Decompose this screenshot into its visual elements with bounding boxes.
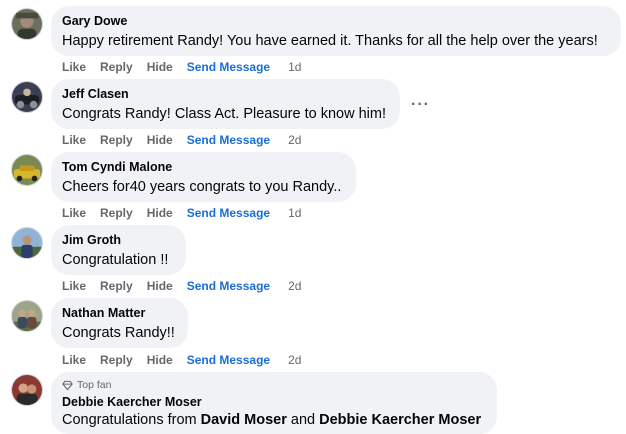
send-message-button[interactable]: Send Message	[187, 133, 270, 147]
commenter-name[interactable]: Debbie Kaercher Moser	[62, 395, 485, 410]
hide-button[interactable]: Hide	[147, 60, 173, 74]
like-button[interactable]: Like	[62, 206, 86, 220]
diamond-icon	[62, 380, 73, 391]
comment-timestamp[interactable]: 1d	[288, 60, 301, 74]
avatar[interactable]	[11, 300, 43, 332]
comment-actions: Like Reply Hide Send Message 2d	[62, 132, 315, 148]
comment-text-part: Congratulations from	[62, 412, 201, 428]
hide-button[interactable]: Hide	[147, 279, 173, 293]
comment-text: Happy retirement Randy! You have earned …	[62, 33, 598, 49]
comment-timestamp[interactable]: 2d	[288, 279, 301, 293]
top-fan-badge: Top fan	[62, 379, 485, 392]
comment-text: Cheers for40 years congrats to you Randy…	[62, 179, 342, 195]
comment-timestamp[interactable]: 2d	[288, 133, 301, 147]
like-button[interactable]: Like	[62, 353, 86, 367]
reply-button[interactable]: Reply	[100, 353, 133, 367]
top-fan-label: Top fan	[77, 379, 112, 391]
commenter-name[interactable]: Nathan Matter	[62, 306, 176, 321]
reply-button[interactable]: Reply	[100, 60, 133, 74]
comment-bubble: Nathan Matter Congrats Randy!!	[51, 298, 188, 348]
comment-actions: Like Reply Hide Send Message 1d	[62, 205, 315, 221]
like-button[interactable]: Like	[62, 60, 86, 74]
comment-bubble: Gary Dowe Happy retirement Randy! You ha…	[51, 6, 621, 56]
tagged-user-debbie-kaercher-moser[interactable]: Debbie Kaercher Moser	[319, 412, 481, 428]
avatar[interactable]	[11, 374, 43, 406]
more-options-icon[interactable]: ···	[411, 97, 429, 116]
comment-actions: Like Reply Hide Send Message 1d	[62, 59, 315, 75]
avatar[interactable]	[11, 227, 43, 259]
comment-text-part: and	[286, 412, 320, 428]
avatar[interactable]	[11, 81, 43, 113]
send-message-button[interactable]: Send Message	[187, 353, 270, 367]
hide-button[interactable]: Hide	[147, 206, 173, 220]
comment-timestamp[interactable]: 2d	[288, 353, 301, 367]
reply-button[interactable]: Reply	[100, 279, 133, 293]
comment-actions: Like Reply Hide Send Message 2d	[62, 278, 315, 294]
avatar[interactable]	[11, 154, 43, 186]
commenter-name[interactable]: Jeff Clasen	[62, 87, 388, 102]
reply-button[interactable]: Reply	[100, 133, 133, 147]
comment-bubble: Jim Groth Congratulation !!	[51, 225, 186, 275]
comment-text: Congrats Randy!!	[62, 325, 175, 341]
hide-button[interactable]: Hide	[147, 353, 173, 367]
like-button[interactable]: Like	[62, 279, 86, 293]
comment-actions: Like Reply Hide Send Message 2d	[62, 352, 315, 368]
send-message-button[interactable]: Send Message	[187, 279, 270, 293]
tagged-user-david-moser[interactable]: David Moser	[201, 412, 287, 428]
comment-bubble: Jeff Clasen Congrats Randy! Class Act. P…	[51, 79, 400, 129]
like-button[interactable]: Like	[62, 133, 86, 147]
comment-bubble: Tom Cyndi Malone Cheers for40 years cong…	[51, 152, 356, 202]
send-message-button[interactable]: Send Message	[187, 206, 270, 220]
comment-bubble: Top fan Debbie Kaercher Moser Congratula…	[51, 372, 497, 434]
comment-text: Congratulations from David Moser and Deb…	[62, 411, 485, 430]
comment-text: Congratulation !!	[62, 252, 169, 268]
comment-timestamp[interactable]: 1d	[288, 206, 301, 220]
commenter-name[interactable]: Gary Dowe	[62, 14, 609, 29]
avatar[interactable]	[11, 8, 43, 40]
commenter-name[interactable]: Tom Cyndi Malone	[62, 160, 344, 175]
hide-button[interactable]: Hide	[147, 133, 173, 147]
comment-text: Congrats Randy! Class Act. Pleasure to k…	[62, 106, 386, 122]
send-message-button[interactable]: Send Message	[187, 60, 270, 74]
reply-button[interactable]: Reply	[100, 206, 133, 220]
commenter-name[interactable]: Jim Groth	[62, 233, 174, 248]
